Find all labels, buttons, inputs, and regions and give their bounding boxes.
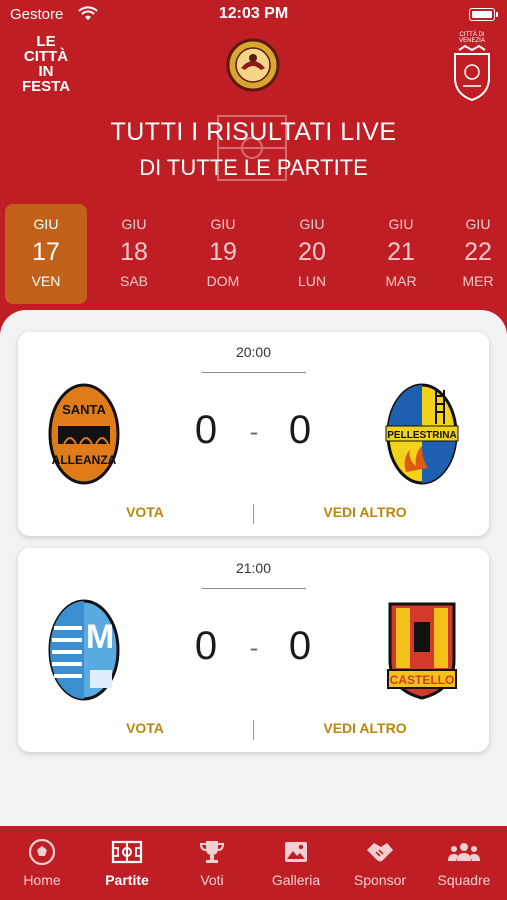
date-month: GIU <box>33 216 59 232</box>
citta-di-venezia-logo[interactable]: CITTÀ DI VENEZIA <box>449 32 495 102</box>
team-icon <box>448 843 480 861</box>
date-month: GIU <box>121 216 147 232</box>
match-time: 20:00 <box>235 344 272 360</box>
image-icon <box>285 842 307 862</box>
castello-crest-icon: CASTELLO <box>387 602 457 700</box>
page-subtitle: DI TUTTE LE PARTITE <box>139 155 368 180</box>
logo-line: FESTA <box>21 78 71 95</box>
tab-label: Home <box>23 872 61 888</box>
date-weekday: SAB <box>119 273 148 289</box>
trophy-icon <box>199 841 225 863</box>
soccer-ball-icon <box>28 838 56 866</box>
club-emblem-icon <box>226 38 280 92</box>
date-day: 22 <box>464 238 492 266</box>
home-score: 0 <box>194 408 218 452</box>
tab-label: Partite <box>105 872 149 888</box>
date-month: GIU <box>299 216 325 232</box>
see-more-button[interactable]: VEDI ALTRO <box>310 504 420 520</box>
away-score: 0 <box>288 408 312 452</box>
away-score: 0 <box>288 624 312 668</box>
divider <box>202 588 306 589</box>
score-separator: - <box>249 634 259 662</box>
bottom-tab-bar: Home Partite Voti Galleria Sponsor Squad… <box>0 826 507 900</box>
match-time: 21:00 <box>235 560 272 576</box>
vote-button[interactable]: VOTA <box>108 504 182 520</box>
metamauro-crest-icon: M <box>48 599 120 701</box>
action-separator <box>253 720 254 740</box>
page-title: TUTTI I RISULTATI LIVE <box>110 118 397 146</box>
vote-button[interactable]: VOTA <box>108 720 182 736</box>
date-day: 20 <box>298 238 326 266</box>
match-card[interactable]: 21:00 M 0 - 0 CASTELLO VOTA VEDI ALTRO <box>18 548 489 752</box>
logo-line: CITTÀ <box>23 48 69 65</box>
logo-caption: CITTÀ DI VENEZIA <box>459 32 485 44</box>
hero-banner: TUTTI I RISULTATI LIVE DI TUTTE LE PARTI… <box>0 112 507 181</box>
battery-icon <box>469 8 498 21</box>
handshake-icon <box>367 843 393 862</box>
santa-alleanza-crest-icon: SANTA ALLEANZA <box>48 383 120 485</box>
tab-label: Voti <box>200 872 224 888</box>
field-icon <box>111 840 143 864</box>
svg-text:M: M <box>86 618 114 656</box>
action-separator <box>253 504 254 524</box>
tab-home[interactable]: Home <box>2 838 82 888</box>
tab-label: Sponsor <box>353 872 407 888</box>
logo-line: LE <box>36 33 56 50</box>
date-month: GIU <box>465 216 491 232</box>
divider <box>202 372 306 373</box>
svg-text:SANTA: SANTA <box>62 402 106 417</box>
match-card[interactable]: 20:00 SANTA ALLEANZA 0 - 0 PELLESTRINA V… <box>18 332 489 536</box>
date-item[interactable]: GIU 20 LUN <box>271 204 353 304</box>
date-day: 21 <box>387 238 415 266</box>
home-score: 0 <box>194 624 218 668</box>
date-weekday: DOM <box>206 273 240 289</box>
match-list: 20:00 SANTA ALLEANZA 0 - 0 PELLESTRINA V… <box>0 310 507 830</box>
date-item[interactable]: GIU 18 SAB <box>93 204 175 304</box>
status-bar: Gestore 12:03 PM <box>0 0 507 30</box>
date-selector: GIU 17 VEN GIU 18 SAB GIU 19 DOM GIU 20 … <box>0 204 507 304</box>
date-weekday: LUN <box>297 273 326 289</box>
logo-line: IN <box>38 63 54 80</box>
date-weekday: VEN <box>31 273 61 289</box>
score-separator: - <box>249 418 259 446</box>
pellestrina-crest-icon: PELLESTRINA <box>385 383 459 485</box>
tab-galleria[interactable]: Galleria <box>256 838 336 888</box>
date-item-selected[interactable]: GIU 17 VEN <box>5 204 87 304</box>
tab-label: Squadre <box>437 872 491 888</box>
date-month: GIU <box>210 216 236 232</box>
svg-text:CASTELLO: CASTELLO <box>390 673 455 687</box>
clock: 12:03 PM <box>218 5 289 22</box>
date-item[interactable]: GIU 19 DOM <box>182 204 264 304</box>
tab-squadre[interactable]: Squadre <box>424 838 504 888</box>
date-day: 18 <box>120 238 148 266</box>
tab-partite[interactable]: Partite <box>87 838 167 888</box>
tab-label: Galleria <box>271 872 321 888</box>
svg-text:PELLESTRINA: PELLESTRINA <box>387 430 456 441</box>
see-more-button[interactable]: VEDI ALTRO <box>310 720 420 736</box>
svg-text:ALLEANZA: ALLEANZA <box>52 453 117 467</box>
date-item[interactable]: GIU 22 MER <box>449 204 507 304</box>
date-weekday: MAR <box>385 273 417 289</box>
le-citta-in-festa-logo[interactable]: LE CITTÀ IN FESTA <box>14 34 78 94</box>
date-weekday: MER <box>462 273 494 289</box>
tab-voti[interactable]: Voti <box>172 838 252 888</box>
date-item[interactable]: GIU 21 MAR <box>360 204 442 304</box>
date-month: GIU <box>388 216 414 232</box>
date-day: 17 <box>32 238 60 266</box>
venice-crest-icon <box>454 44 490 102</box>
tab-sponsor[interactable]: Sponsor <box>340 838 420 888</box>
date-day: 19 <box>209 238 237 266</box>
